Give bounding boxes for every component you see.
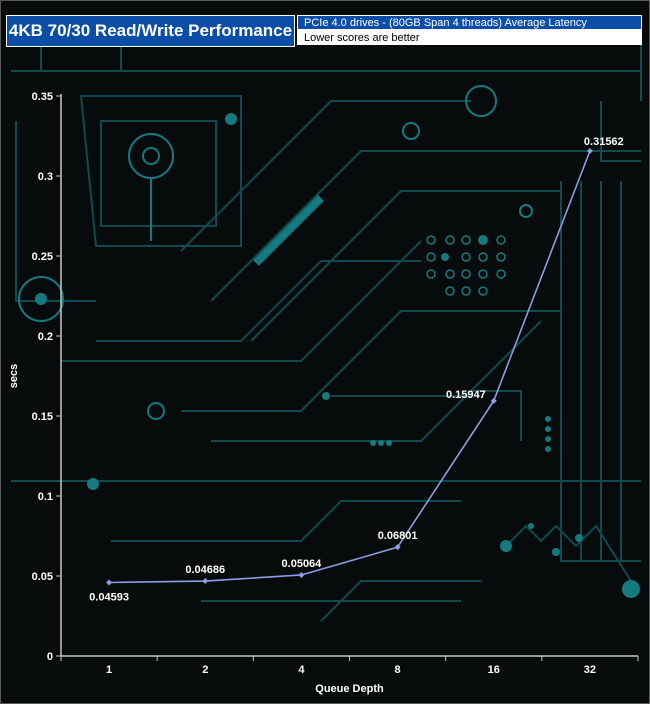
data-point [586, 148, 593, 155]
data-labels: 0.04593 0.04686 0.05064 0.06801 0.15947 0.315… [89, 136, 623, 604]
y-tick-label: 0.2 [38, 331, 53, 343]
data-label: 0.31562 [584, 136, 624, 148]
x-tick-label: 32 [584, 664, 596, 676]
x-tick-label: 4 [298, 664, 305, 676]
x-tick-label: 16 [488, 664, 500, 676]
y-tick-label: 0.3 [38, 171, 53, 183]
data-label: 0.05064 [282, 558, 323, 570]
y-tick-label: 0.25 [32, 251, 53, 263]
y-axis-ticks: 0 0.05 0.1 0.15 0.2 0.25 0.3 0.35 [32, 91, 61, 663]
x-tick-label: 2 [202, 664, 208, 676]
y-axis-title: secs [8, 364, 20, 388]
data-label: 0.04686 [185, 564, 225, 576]
chart-axes [60, 94, 638, 657]
data-label: 0.06801 [378, 530, 418, 542]
chart-frame: 4KB 70/30 Read/Write Performance PCIe 4.… [0, 0, 650, 704]
y-tick-label: 0 [47, 651, 53, 663]
data-point [106, 579, 113, 586]
data-point [298, 571, 305, 578]
x-axis-ticks: 1 2 4 8 16 32 [60, 656, 639, 676]
x-axis-title: Queue Depth [315, 683, 384, 695]
y-tick-label: 0.35 [32, 91, 53, 103]
y-tick-label: 0.15 [32, 411, 53, 423]
series-line [109, 150, 591, 584]
y-tick-label: 0.05 [32, 571, 53, 583]
data-label: 0.15947 [446, 389, 486, 401]
x-tick-label: 8 [395, 664, 401, 676]
y-tick-label: 0.1 [38, 491, 53, 503]
data-label: 0.04593 [89, 592, 129, 604]
line-chart: 0 0.05 0.1 0.15 0.2 0.25 0.3 0.35 1 2 4 8 16 32 0.04… [8, 91, 639, 695]
series-group [106, 148, 593, 586]
x-tick-label: 1 [106, 664, 112, 676]
data-point [202, 578, 209, 585]
